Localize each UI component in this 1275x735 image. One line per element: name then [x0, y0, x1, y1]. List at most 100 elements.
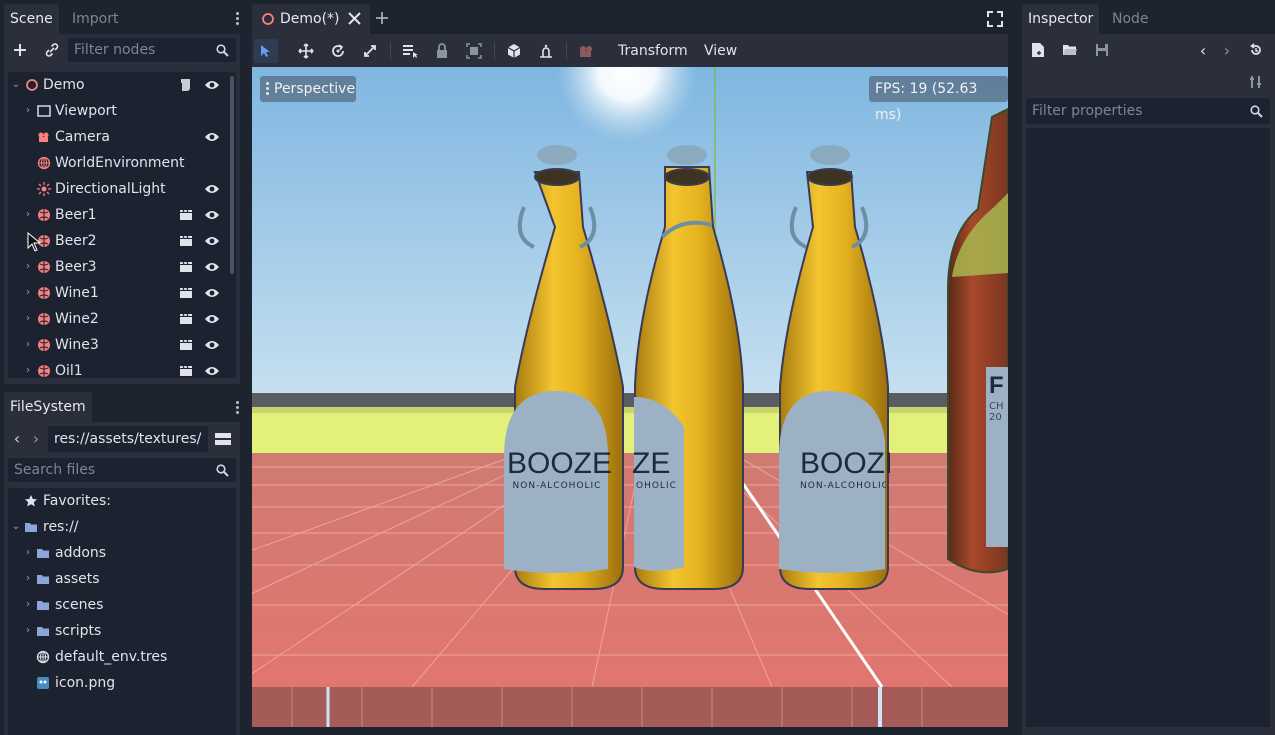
expand-arrow-icon[interactable]: › [23, 566, 33, 592]
filesystem-menu-icon[interactable] [236, 400, 240, 416]
file-item-scripts[interactable]: › scripts [8, 618, 236, 644]
visibility-eye-icon[interactable] [203, 129, 221, 145]
file-item-scenes[interactable]: › scenes [8, 592, 236, 618]
tree-item-wine1[interactable]: › Wine1 [8, 280, 236, 306]
file-item-assets[interactable]: › assets [8, 566, 236, 592]
file-item-icon-png[interactable]: icon.png [8, 670, 236, 696]
expand-arrow-icon[interactable]: › [23, 540, 33, 566]
new-tab-icon[interactable] [372, 8, 392, 28]
visibility-eye-icon[interactable] [203, 285, 221, 301]
fullscreen-icon[interactable] [986, 10, 1004, 28]
globe-icon [36, 650, 50, 664]
expand-arrow-icon[interactable]: › [23, 202, 33, 228]
back-arrow-icon[interactable]: ‹ [10, 428, 24, 448]
history-back-icon[interactable]: ‹ [1196, 40, 1210, 60]
forward-arrow-icon[interactable]: › [29, 428, 43, 448]
new-resource-icon[interactable] [1028, 40, 1048, 60]
tree-item-demo[interactable]: ⌄ Demo [8, 72, 236, 98]
group-icon[interactable] [462, 39, 486, 63]
tab-node[interactable]: Node [1106, 4, 1155, 34]
tab-import[interactable]: Import [66, 4, 124, 34]
expand-arrow-icon[interactable]: › [23, 592, 33, 618]
filter-nodes-input[interactable]: Filter nodes [68, 38, 236, 62]
visibility-eye-icon[interactable] [203, 363, 221, 378]
lock-icon[interactable] [430, 39, 454, 63]
clapperboard-icon[interactable] [178, 338, 194, 352]
move-tool-icon[interactable] [294, 39, 318, 63]
viewport-toolbar: Transform View [252, 34, 1008, 68]
collapse-arrow-icon[interactable]: ⌄ [11, 514, 21, 540]
menu-transform[interactable]: Transform [618, 40, 688, 62]
tree-item-beer3[interactable]: › Beer3 [8, 254, 236, 280]
camera-preview-icon[interactable] [574, 39, 598, 63]
visibility-eye-icon[interactable] [203, 311, 221, 327]
local-space-icon[interactable] [502, 39, 526, 63]
tree-item-wine2[interactable]: › Wine2 [8, 306, 236, 332]
expand-arrow-icon[interactable]: › [23, 306, 33, 332]
history-forward-icon[interactable]: › [1220, 40, 1234, 60]
select-tool-icon[interactable] [254, 39, 278, 63]
scene-tree[interactable]: ⌄ Demo › Viewport Camera WorldEnvironmen… [8, 72, 236, 378]
tree-item-directionallight[interactable]: DirectionalLight [8, 176, 236, 202]
clapperboard-icon[interactable] [178, 234, 194, 248]
history-icon[interactable] [1246, 40, 1266, 60]
expand-arrow-icon[interactable]: › [23, 358, 33, 378]
object-properties-icon[interactable] [1246, 72, 1266, 92]
clapperboard-icon[interactable] [178, 364, 194, 378]
visibility-eye-icon[interactable] [203, 337, 221, 353]
split-view-icon[interactable] [212, 428, 234, 450]
collapse-arrow-icon[interactable]: ⌄ [11, 72, 21, 98]
tree-item-viewport[interactable]: › Viewport [8, 98, 236, 124]
perspective-menu[interactable]: Perspective [260, 76, 356, 102]
tree-item-label: Wine2 [55, 311, 99, 327]
clapperboard-icon[interactable] [178, 312, 194, 326]
visibility-eye-icon[interactable] [203, 77, 221, 93]
scene-instance-icon [37, 260, 51, 274]
file-item-addons[interactable]: › addons [8, 540, 236, 566]
tree-item-beer1[interactable]: › Beer1 [8, 202, 236, 228]
visibility-eye-icon[interactable] [203, 259, 221, 275]
menu-view[interactable]: View [704, 40, 737, 62]
instance-link-icon[interactable] [42, 40, 62, 60]
save-resource-icon[interactable] [1092, 40, 1112, 60]
tree-item-worldenvironment[interactable]: WorldEnvironment [8, 150, 236, 176]
tree-item-beer2[interactable]: › Beer2 [8, 228, 236, 254]
expand-arrow-icon[interactable]: › [23, 280, 33, 306]
snap-icon[interactable] [534, 39, 558, 63]
file-item-default-env[interactable]: default_env.tres [8, 644, 236, 670]
clapperboard-icon[interactable] [178, 208, 194, 222]
clapperboard-icon[interactable] [178, 260, 194, 274]
clapperboard-icon[interactable] [178, 286, 194, 300]
search-files-input[interactable]: Search files [8, 458, 236, 482]
tab-scene[interactable]: Scene [4, 4, 59, 34]
file-item-res[interactable]: ⌄ res:// [8, 514, 236, 540]
tab-inspector[interactable]: Inspector [1022, 4, 1100, 34]
open-resource-icon[interactable] [1060, 40, 1080, 60]
visibility-eye-icon[interactable] [203, 181, 221, 197]
light-icon [37, 182, 51, 196]
expand-arrow-icon[interactable]: › [23, 254, 33, 280]
file-item-favorites[interactable]: Favorites: [8, 488, 236, 514]
script-icon[interactable] [178, 77, 194, 93]
add-node-icon[interactable] [10, 40, 30, 60]
expand-arrow-icon[interactable]: › [23, 332, 33, 358]
file-tree[interactable]: Favorites: ⌄ res:// › addons › assets › … [8, 488, 236, 735]
tab-scene-demo[interactable]: Demo(*) [252, 4, 370, 34]
tree-item-oil1[interactable]: › Oil1 [8, 358, 236, 378]
visibility-eye-icon[interactable] [203, 233, 221, 249]
expand-arrow-icon[interactable]: › [23, 618, 33, 644]
filter-properties-input[interactable]: Filter properties [1026, 98, 1270, 124]
3d-viewport[interactable]: BOOZE NON-ALCOHOLIC ZE OHOLIC BOOZE NON-… [252, 67, 1008, 727]
expand-arrow-icon[interactable]: › [23, 98, 33, 124]
tree-item-wine3[interactable]: › Wine3 [8, 332, 236, 358]
scene-dock-menu-icon[interactable] [236, 11, 240, 27]
tab-filesystem[interactable]: FileSystem [4, 392, 92, 422]
tree-item-camera[interactable]: Camera [8, 124, 236, 150]
filesystem-body: ‹ › res://assets/textures/ Search files … [4, 422, 240, 735]
rotate-tool-icon[interactable] [326, 39, 350, 63]
close-tab-icon[interactable] [348, 12, 361, 25]
visibility-eye-icon[interactable] [203, 207, 221, 223]
scale-tool-icon[interactable] [358, 39, 382, 63]
path-field[interactable]: res://assets/textures/ [48, 426, 208, 452]
list-select-icon[interactable] [398, 39, 422, 63]
